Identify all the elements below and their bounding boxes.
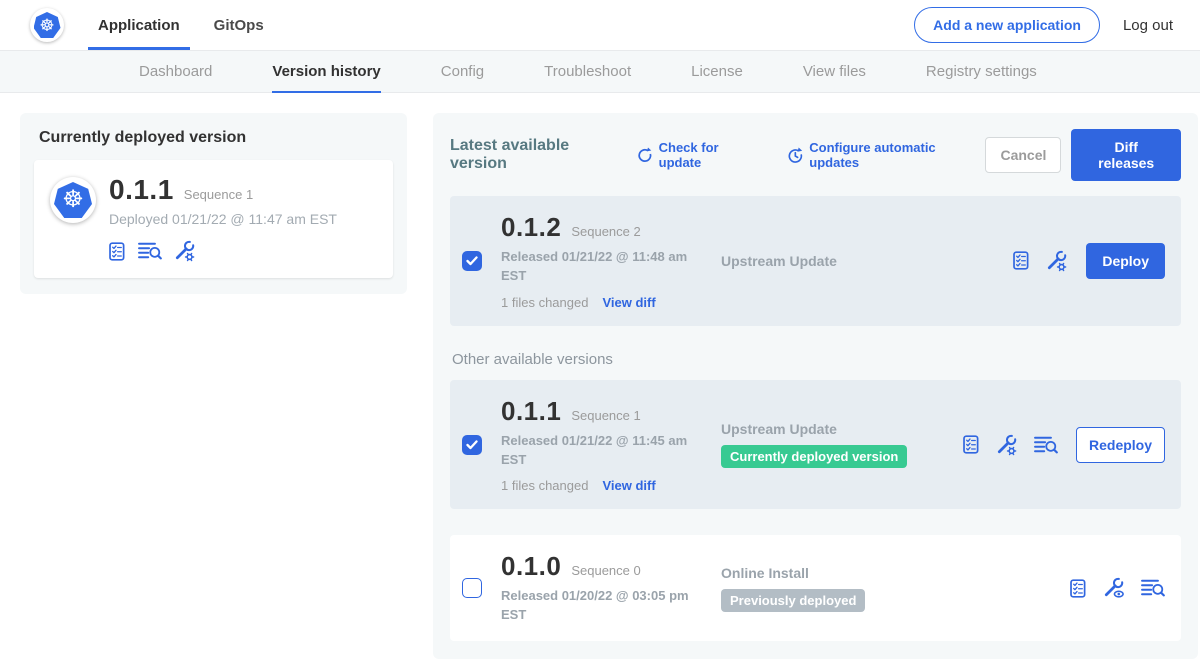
configure-automatic-updates-label: Configure automatic updates — [809, 140, 985, 170]
logout-link[interactable]: Log out — [1123, 17, 1173, 34]
tab-troubleshoot[interactable]: Troubleshoot — [544, 51, 631, 92]
check-for-update-label: Check for update — [659, 140, 763, 170]
sequence-label: Sequence 0 — [571, 563, 640, 578]
auto-update-icon — [787, 147, 804, 164]
version-info: 0.1.2 Sequence 2 Released 01/21/22 @ 11:… — [501, 212, 721, 310]
view-files-icon[interactable] — [1034, 436, 1058, 454]
version-row-0-1-0: 0.1.0 Sequence 0 Released 01/20/22 @ 03:… — [450, 535, 1181, 641]
preflight-checklist-icon[interactable] — [1013, 251, 1030, 270]
checkmark-icon — [466, 440, 478, 450]
currently-deployed-title: Currently deployed version — [39, 129, 393, 147]
tab-registry-settings-label: Registry settings — [926, 63, 1037, 80]
latest-available-title: Latest available version — [450, 137, 627, 173]
tab-license[interactable]: License — [691, 51, 743, 92]
version-number: 0.1.0 — [501, 551, 561, 582]
source-label: Upstream Update — [721, 253, 963, 269]
released-timestamp: Released 01/21/22 @ 11:48 am EST — [501, 248, 699, 286]
kubernetes-logo[interactable]: ☸ — [30, 8, 64, 42]
topnav-tab-gitops-label: GitOps — [214, 17, 264, 34]
tab-config[interactable]: Config — [441, 51, 484, 92]
top-nav: ☸ Application GitOps Add a new applicati… — [0, 0, 1200, 50]
deployed-version-card: ☸ 0.1.1 Sequence 1 Deployed 01/21/22 @ 1… — [34, 160, 393, 278]
released-timestamp: Released 01/20/22 @ 03:05 pm EST — [501, 587, 699, 625]
deployed-actions — [109, 240, 337, 262]
source-label: Upstream Update — [721, 421, 963, 437]
version-row-0-1-2: 0.1.2 Sequence 2 Released 01/21/22 @ 11:… — [450, 196, 1181, 326]
tab-dashboard-label: Dashboard — [139, 63, 212, 80]
version-source: Online Install Previously deployed — [721, 565, 963, 612]
files-changed-label: 1 files changed — [501, 478, 588, 493]
preflight-checklist-icon[interactable] — [963, 435, 980, 454]
version-number: 0.1.2 — [501, 212, 561, 243]
main-content: Currently deployed version ☸ 0.1.1 Seque… — [0, 93, 1200, 659]
add-application-button[interactable]: Add a new application — [914, 7, 1100, 43]
version-info: 0.1.1 Sequence 1 Released 01/21/22 @ 11:… — [501, 396, 721, 494]
currently-deployed-badge: Currently deployed version — [721, 445, 907, 468]
tab-version-history-label: Version history — [272, 63, 380, 80]
check-for-update-link[interactable]: Check for update — [637, 140, 763, 170]
edit-config-icon[interactable] — [996, 434, 1018, 456]
edit-config-icon[interactable] — [174, 240, 196, 262]
kubernetes-wheel-icon: ☸ — [34, 12, 61, 38]
available-versions-header: Latest available version Check for updat… — [450, 129, 1181, 181]
preflight-checklist-icon[interactable] — [109, 242, 126, 261]
version-actions: Redeploy — [963, 427, 1165, 463]
version-number: 0.1.1 — [501, 396, 561, 427]
cancel-button[interactable]: Cancel — [985, 137, 1061, 173]
redeploy-button[interactable]: Redeploy — [1076, 427, 1165, 463]
tab-license-label: License — [691, 63, 743, 80]
previously-deployed-badge: Previously deployed — [721, 589, 865, 612]
tab-troubleshoot-label: Troubleshoot — [544, 63, 631, 80]
version-actions: Deploy — [1013, 243, 1165, 279]
tab-config-label: Config — [441, 63, 484, 80]
view-diff-link[interactable]: View diff — [602, 478, 655, 493]
app-icon: ☸ — [50, 177, 96, 223]
released-timestamp: Released 01/21/22 @ 11:45 am EST — [501, 432, 699, 470]
tab-registry-settings[interactable]: Registry settings — [926, 51, 1037, 92]
topnav-right: Add a new application Log out — [914, 0, 1173, 50]
view-files-icon[interactable] — [138, 242, 162, 260]
deployed-timestamp: Deployed 01/21/22 @ 11:47 am EST — [109, 211, 337, 227]
view-config-icon[interactable] — [1103, 577, 1125, 599]
preflight-checklist-icon[interactable] — [1070, 579, 1087, 598]
sequence-label: Sequence 2 — [571, 224, 640, 239]
app-sub-nav: Dashboard Version history Config Trouble… — [0, 50, 1200, 93]
tab-view-files-label: View files — [803, 63, 866, 80]
version-source: Upstream Update — [721, 253, 963, 269]
version-actions — [1070, 577, 1165, 599]
check-update-icon — [637, 147, 653, 163]
deployed-sequence-label: Sequence 1 — [184, 187, 253, 202]
tab-view-files[interactable]: View files — [803, 51, 866, 92]
source-label: Online Install — [721, 565, 963, 581]
edit-config-icon[interactable] — [1046, 250, 1068, 272]
diff-releases-button[interactable]: Diff releases — [1071, 129, 1181, 181]
tab-version-history[interactable]: Version history — [272, 51, 380, 92]
version-row-0-1-1: 0.1.1 Sequence 1 Released 01/21/22 @ 11:… — [450, 380, 1181, 510]
available-versions-panel: Latest available version Check for updat… — [433, 113, 1198, 659]
view-diff-link[interactable]: View diff — [602, 295, 655, 310]
topnav-tab-gitops[interactable]: GitOps — [214, 0, 264, 50]
tab-dashboard[interactable]: Dashboard — [139, 51, 212, 92]
version-checkbox-0-1-1[interactable] — [462, 435, 482, 455]
configure-automatic-updates-link[interactable]: Configure automatic updates — [787, 140, 986, 170]
version-checkbox-0-1-0[interactable] — [462, 578, 482, 598]
currently-deployed-panel: Currently deployed version ☸ 0.1.1 Seque… — [20, 113, 407, 294]
version-source: Upstream Update Currently deployed versi… — [721, 421, 963, 468]
files-changed-label: 1 files changed — [501, 295, 588, 310]
deployed-version-number: 0.1.1 — [109, 174, 174, 206]
topnav-tab-application-label: Application — [98, 17, 180, 34]
version-checkbox-0-1-2[interactable] — [462, 251, 482, 271]
kubernetes-wheel-icon: ☸ — [54, 182, 92, 218]
other-versions-title: Other available versions — [452, 351, 1181, 368]
version-info: 0.1.0 Sequence 0 Released 01/20/22 @ 03:… — [501, 551, 721, 625]
checkmark-icon — [466, 256, 478, 266]
view-files-icon[interactable] — [1141, 579, 1165, 597]
sequence-label: Sequence 1 — [571, 408, 640, 423]
topnav-tab-application[interactable]: Application — [98, 0, 180, 50]
deployed-version-info: 0.1.1 Sequence 1 Deployed 01/21/22 @ 11:… — [109, 174, 337, 262]
deploy-button[interactable]: Deploy — [1086, 243, 1165, 279]
